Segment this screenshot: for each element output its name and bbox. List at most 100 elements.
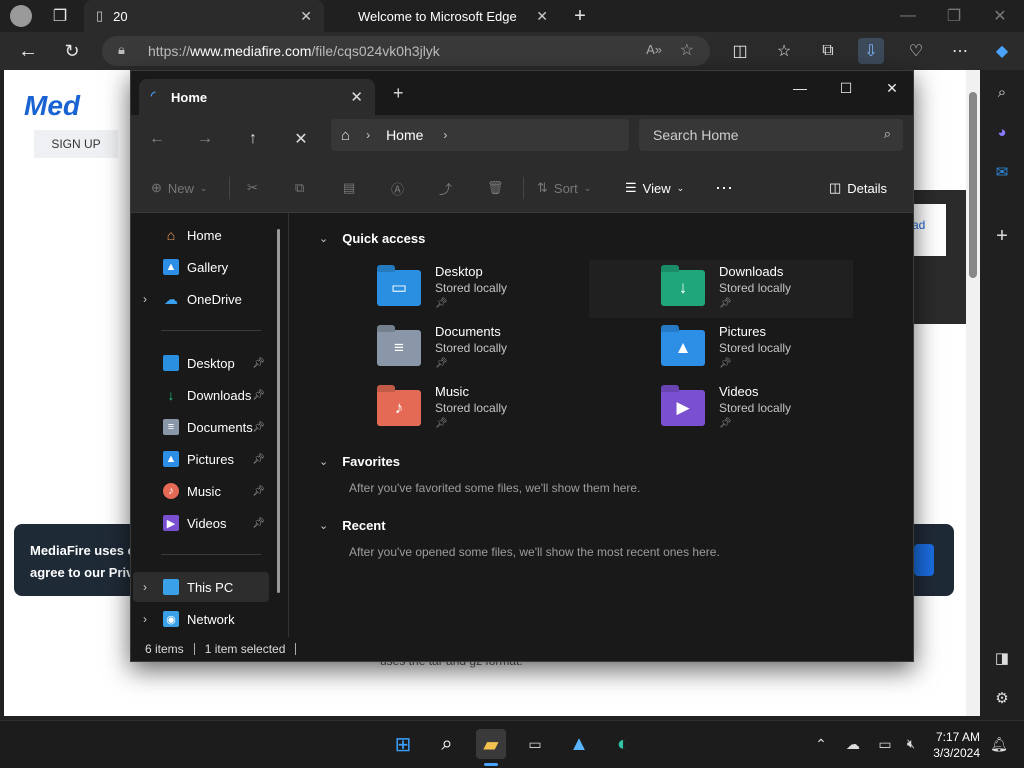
notifications-icon[interactable]: 🔔︎ bbox=[984, 729, 1014, 759]
breadcrumb-home[interactable]: Home bbox=[386, 127, 423, 143]
collections-icon[interactable]: ⧉ bbox=[816, 39, 840, 63]
explorer-maximize-icon[interactable]: ☐ bbox=[823, 73, 869, 103]
file-explorer-app-icon[interactable]: ▰ bbox=[476, 729, 506, 759]
quick-access-pictures[interactable]: ▲ Pictures Stored locally 📌︎ bbox=[661, 320, 925, 378]
browser-essentials-icon[interactable]: ♡ bbox=[904, 39, 928, 63]
favorites-icon[interactable]: ☆ bbox=[772, 39, 796, 63]
profile-avatar[interactable] bbox=[10, 5, 32, 27]
nav-item-onedrive[interactable]: › ☁ OneDrive bbox=[133, 284, 269, 314]
edge-app-icon[interactable]: ◐ bbox=[608, 729, 638, 759]
page-icon: ▯ bbox=[96, 8, 104, 23]
new-tab-icon[interactable]: + bbox=[568, 4, 592, 28]
hide-sidebar-icon[interactable]: ◨ bbox=[990, 646, 1014, 670]
quick-access-downloads[interactable]: ↓ Downloads Stored locally 📌︎ bbox=[589, 260, 853, 318]
chevron-right-icon[interactable]: › bbox=[143, 612, 147, 626]
explorer-close-icon[interactable]: ✕ bbox=[869, 73, 915, 103]
tab-edge-welcome[interactable]: Welcome to Microsoft Edge ✕ bbox=[330, 0, 560, 32]
new-button[interactable]: ⊕ New ⌄ bbox=[151, 178, 207, 198]
sort-button[interactable]: ⇅ Sort ⌄ bbox=[537, 178, 591, 198]
item-status: Stored locally bbox=[435, 341, 508, 355]
url-host: www.mediafire.com bbox=[190, 43, 312, 59]
nav-item-home[interactable]: ⌂ Home bbox=[133, 220, 269, 250]
onedrive-offline-icon[interactable]: ☁ bbox=[838, 729, 868, 759]
quick-access-music[interactable]: ♪ Music Stored locally 📌︎ bbox=[377, 380, 641, 438]
clock[interactable]: 7:17 AM 3/3/2024 bbox=[933, 729, 980, 761]
outlook-icon[interactable]: ✉ bbox=[990, 160, 1014, 184]
forward-icon[interactable]: → bbox=[193, 127, 217, 151]
signup-button[interactable]: SIGN UP bbox=[34, 130, 118, 158]
new-explorer-tab-icon[interactable]: + bbox=[393, 83, 404, 104]
tab-mediafire[interactable]: ▯ 20 ✕ bbox=[84, 0, 324, 32]
search-input[interactable]: Search Home ⌕ bbox=[639, 119, 903, 151]
quick-access-videos[interactable]: ▶ Videos Stored locally 📌︎ bbox=[661, 380, 925, 438]
item-name: Pictures bbox=[719, 324, 766, 339]
start-windows-icon[interactable]: ⊞ bbox=[388, 729, 418, 759]
nav-item-network[interactable]: › ◉ Network bbox=[133, 604, 269, 634]
breadcrumb[interactable]: ⌂ › Home › bbox=[331, 119, 629, 151]
view-button[interactable]: ☰ View ⌄ bbox=[625, 178, 684, 198]
more-options-icon[interactable]: ⋯ bbox=[715, 178, 733, 198]
copilot-icon[interactable]: ◆ bbox=[990, 39, 1014, 63]
chevron-right-icon[interactable]: › bbox=[143, 292, 147, 306]
share-icon[interactable]: ⤴ bbox=[439, 178, 452, 198]
close-tab-icon[interactable]: ✕ bbox=[300, 8, 312, 25]
photos-app-icon[interactable]: ▲ bbox=[564, 729, 594, 759]
downloads-folder-icon: ↓ bbox=[661, 270, 705, 306]
split-screen-icon[interactable]: ◫ bbox=[728, 39, 752, 63]
home-icon[interactable]: ⌂ bbox=[341, 127, 350, 144]
nav-item-gallery[interactable]: ▲ Gallery bbox=[133, 252, 269, 282]
onedrive-icon: ☁ bbox=[164, 290, 178, 307]
browser-tab-bar: ❐ ▯ 20 ✕ Welcome to Microsoft Edge ✕ + —… bbox=[0, 0, 1024, 32]
explorer-tab-home[interactable]: ◜ Home ✕ bbox=[139, 79, 375, 115]
item-status: Stored locally bbox=[719, 281, 792, 295]
download-link[interactable]: ad bbox=[912, 204, 946, 256]
nav-item-music[interactable]: ♪ Music 📌︎ bbox=[133, 476, 269, 506]
nav-item-videos[interactable]: ▶ Videos 📌︎ bbox=[133, 508, 269, 538]
nav-item-downloads[interactable]: ↓ Downloads 📌︎ bbox=[133, 380, 269, 410]
tab-actions-icon[interactable]: ❐ bbox=[48, 4, 72, 28]
add-sidebar-icon[interactable]: + bbox=[990, 224, 1014, 248]
copilot-sidebar-icon[interactable]: ◕ bbox=[990, 120, 1014, 144]
stop-icon[interactable]: ✕ bbox=[289, 127, 313, 151]
close-tab-icon[interactable]: ✕ bbox=[350, 88, 363, 106]
nav-pane-scrollbar[interactable] bbox=[277, 229, 280, 593]
close-tab-icon[interactable]: ✕ bbox=[536, 8, 548, 25]
restore-icon[interactable]: ❐ bbox=[942, 4, 966, 28]
nav-item-pictures[interactable]: ▲ Pictures 📌︎ bbox=[133, 444, 269, 474]
up-icon[interactable]: ↑ bbox=[241, 127, 265, 151]
nav-item-documents[interactable]: ≡ Documents 📌︎ bbox=[133, 412, 269, 442]
terminal-app-icon[interactable]: ▭ bbox=[520, 729, 550, 759]
rename-icon[interactable]: Ⓐ bbox=[391, 178, 404, 198]
recent-header[interactable]: ⌄ Recent bbox=[319, 518, 386, 533]
paste-icon[interactable]: ▤ bbox=[343, 178, 355, 198]
settings-more-icon[interactable]: ⋯ bbox=[948, 39, 972, 63]
sidebar-settings-icon[interactable]: ⚙ bbox=[990, 686, 1014, 710]
back-icon[interactable]: ← bbox=[145, 127, 169, 151]
url-input[interactable]: 🔒︎ https://www.mediafire.com/file/cqs024… bbox=[102, 36, 710, 66]
copy-icon[interactable]: ⧉ bbox=[295, 178, 304, 198]
quick-access-documents[interactable]: ≡ Documents Stored locally 📌︎ bbox=[377, 320, 641, 378]
refresh-icon[interactable]: ↻ bbox=[60, 39, 84, 63]
details-button[interactable]: ◫ Details bbox=[829, 178, 887, 198]
mediafire-logo[interactable]: Med bbox=[24, 90, 80, 122]
chevron-up-icon[interactable]: ⌃ bbox=[806, 729, 836, 759]
page-scroll-thumb[interactable] bbox=[969, 92, 977, 278]
downloads-icon[interactable]: ⇩ bbox=[858, 38, 884, 64]
favorites-header[interactable]: ⌄ Favorites bbox=[319, 454, 400, 469]
cookie-accept-button[interactable] bbox=[914, 544, 934, 576]
read-aloud-icon[interactable]: A» bbox=[646, 42, 662, 57]
minimize-icon[interactable]: — bbox=[896, 4, 920, 28]
favorite-star-icon[interactable]: ☆ bbox=[680, 40, 694, 60]
search-icon[interactable]: ⌕ bbox=[432, 729, 462, 759]
nav-item-this-pc[interactable]: › This PC bbox=[133, 572, 269, 602]
close-window-icon[interactable]: ✕ bbox=[988, 4, 1012, 28]
nav-item-desktop[interactable]: Desktop 📌︎ bbox=[133, 348, 269, 378]
explorer-minimize-icon[interactable]: — bbox=[777, 73, 823, 103]
quick-access-header[interactable]: ⌄ Quick access bbox=[319, 231, 425, 246]
chevron-right-icon[interactable]: › bbox=[143, 580, 147, 594]
delete-icon[interactable]: 🗑︎ bbox=[487, 178, 504, 198]
volume-muted-icon[interactable]: 🔇︎ bbox=[896, 729, 926, 759]
back-icon[interactable]: ← bbox=[16, 39, 40, 63]
search-icon[interactable]: ⌕ bbox=[990, 80, 1014, 104]
cut-icon[interactable]: ✂ bbox=[247, 178, 258, 198]
